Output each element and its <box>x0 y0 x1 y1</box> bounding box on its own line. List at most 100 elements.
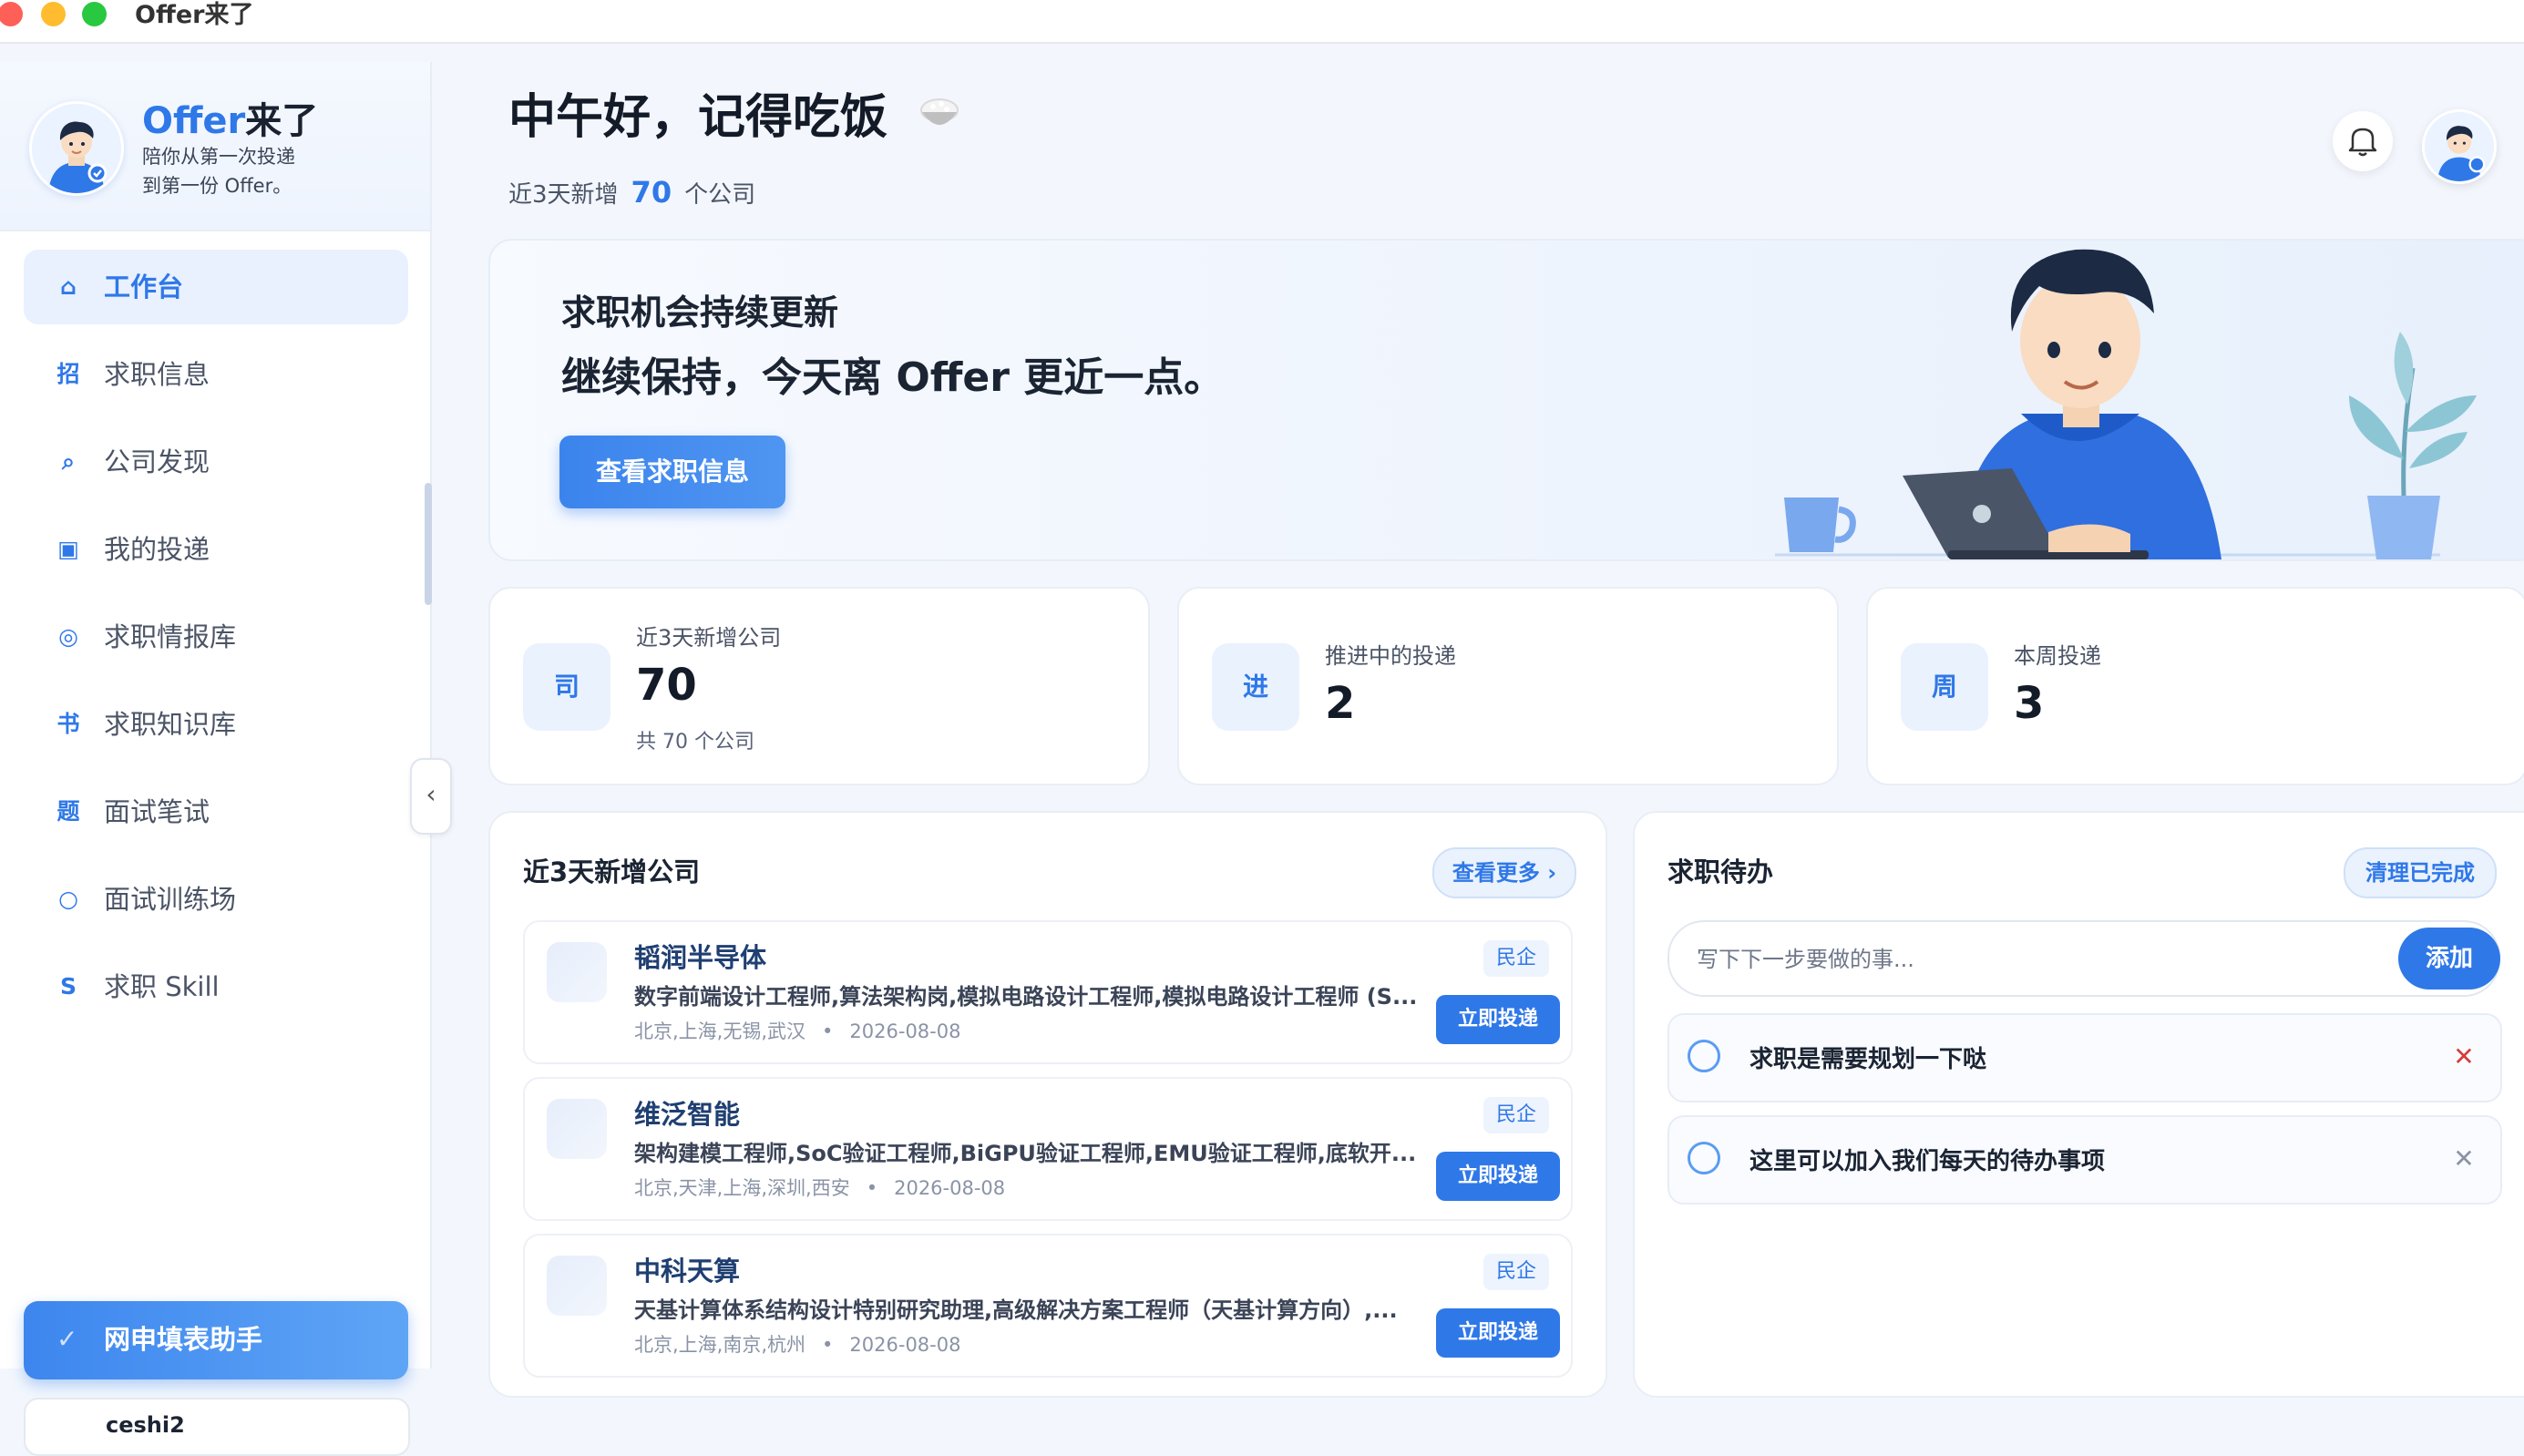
book-icon: 书 <box>56 711 80 737</box>
stat-card-this-week: 周 本周投递 3 <box>1866 587 2524 785</box>
todo-panel: 求职待办 清理已完成 添加 求职是需要规划一下哒 ✕ 这里可以加入我们每天的待办事项… <box>1633 811 2524 1398</box>
window-titlebar: Offer来了 <box>0 0 2524 44</box>
todo-text: 这里可以加入我们每天的待办事项 <box>1749 1148 2106 1175</box>
sidebar-item-1[interactable]: 招求职信息 <box>24 337 408 412</box>
company-date: 2026-08-08 <box>849 1020 961 1042</box>
sidebar-nav: ⌂ 工作台招求职信息 ⌕ 公司发现 ▣ 我的投递 ◎ 求职情报库书求职知识库题面试笔试 ○ 面试训… <box>24 250 408 1037</box>
sidebar-item-0[interactable]: ⌂ 工作台 <box>24 250 408 324</box>
sidebar-item-label: 工作台 <box>104 272 184 302</box>
sidebar-item-label: 求职信息 <box>104 359 210 390</box>
chevron-left-icon: ‹ <box>426 779 436 809</box>
company-jobs: 天基计算体系结构设计特别研究助理,高级解决方案工程师（天基计算方向）,... <box>634 1297 1398 1323</box>
user-avatar-button[interactable] <box>2422 109 2497 184</box>
greeting-title: 中午好，记得吃饭 <box>508 87 962 150</box>
company-date: 2026-08-08 <box>894 1177 1006 1199</box>
avatar-illustration-icon <box>2425 112 2494 181</box>
bell-icon <box>2348 128 2377 157</box>
company-type-badge: 民企 <box>1483 1097 1549 1133</box>
apply-now-button[interactable]: 立即投递 <box>1436 995 1560 1044</box>
sidebar-item-label: 公司发现 <box>104 446 210 477</box>
brand-tagline: 陪你从第一次投递 到第一份 Offer。 <box>142 146 295 197</box>
delete-todo-button[interactable]: ✕ <box>2442 1035 2486 1079</box>
zoom-window-button[interactable] <box>82 2 107 26</box>
company-card[interactable]: 中科天算天基计算体系结构设计特别研究助理,高级解决方案工程师（天基计算方向）,.… <box>523 1234 1573 1378</box>
stat-card-in-progress: 进 推进中的投递 2 <box>1177 587 1839 785</box>
sidebar-item-label: 求职情报库 <box>104 621 237 652</box>
apply-now-button[interactable]: 立即投递 <box>1436 1308 1560 1358</box>
todo-input[interactable] <box>1695 940 2409 979</box>
developer-illustration-icon <box>1775 249 2477 559</box>
apply-now-button[interactable]: 立即投递 <box>1436 1152 1560 1201</box>
company-date: 2026-08-08 <box>849 1334 961 1356</box>
stat-value: 2 <box>1325 678 1356 729</box>
hero-line-1: 求职机会持续更新 <box>561 292 839 333</box>
company-jobs: 架构建模工程师,SoC验证工程师,BiGPU验证工程师,EMU验证工程师,底软开… <box>634 1141 1417 1166</box>
company-type-badge: 民企 <box>1483 940 1549 977</box>
sidebar-collapse-button[interactable]: ‹ <box>410 758 452 835</box>
sidebar-item-label: 求职 Skill <box>104 971 220 1002</box>
stat-label: 近3天新增公司 <box>636 625 782 651</box>
home-icon: ⌂ <box>60 273 77 300</box>
sidebar-item-3[interactable]: ▣ 我的投递 <box>24 512 408 587</box>
company-type-badge: 民企 <box>1483 1254 1549 1290</box>
panel-title: 求职待办 <box>1667 856 1774 887</box>
company-jobs: 数字前端设计工程师,算法架构岗,模拟电路设计工程师,模拟电路设计工程师 (S..… <box>634 984 1418 1010</box>
sidebar-item-label: 求职知识库 <box>104 709 237 740</box>
stat-value: 3 <box>2014 678 2045 729</box>
company-meta: 北京,上海,南京,杭州 • 2026-08-08 <box>634 1334 961 1356</box>
sidebar-item-6[interactable]: 题面试笔试 <box>24 774 408 849</box>
company-logo <box>547 1099 607 1159</box>
todo-checkbox[interactable] <box>1688 1040 1720 1072</box>
sidebar-item-8[interactable]: S 求职 Skill <box>24 949 408 1024</box>
sidebar-item-2[interactable]: ⌕ 公司发现 <box>24 425 408 499</box>
company-logo <box>547 942 607 1002</box>
company-card[interactable]: 韬润半导体数字前端设计工程师,算法架构岗,模拟电路设计工程师,模拟电路设计工程师… <box>523 920 1573 1064</box>
avatar-illustration-icon <box>32 104 121 193</box>
window-title: Offer来了 <box>135 1 254 29</box>
todo-text: 求职是需要规划一下哒 <box>1749 1046 1987 1073</box>
company-meta: 北京,天津,上海,深圳,西安 • 2026-08-08 <box>634 1177 1006 1199</box>
greeting-subtitle: 近3天新增 70 个公司 <box>508 175 756 210</box>
company-meta: 北京,上海,无锡,武汉 • 2026-08-08 <box>634 1020 961 1042</box>
hero-banner: 求职机会持续更新 继续保持，今天离 Offer 更近一点。 查看求职信息 <box>488 239 2524 561</box>
stat-label: 推进中的投递 <box>1325 643 1456 669</box>
sidebar-item-label: 我的投递 <box>104 534 210 565</box>
target-icon: ◎ <box>58 623 78 650</box>
circle-icon: ○ <box>58 886 78 912</box>
company-logo <box>547 1256 607 1316</box>
close-icon: ✕ <box>2453 1143 2475 1174</box>
company-locations: 北京,天津,上海,深圳,西安 <box>634 1177 850 1199</box>
application-form-helper-button[interactable]: ✓ 网申填表助手 <box>24 1301 408 1379</box>
search-icon: ⌕ <box>61 448 75 475</box>
sidebar-scrollbar[interactable] <box>425 483 432 605</box>
helper-label: 网申填表助手 <box>104 1324 263 1355</box>
new-company-count: 70 <box>631 175 672 210</box>
close-icon: ✕ <box>2453 1041 2475 1071</box>
question-icon: 题 <box>56 798 80 825</box>
close-window-button[interactable] <box>0 2 23 26</box>
sidebar-item-7[interactable]: ○ 面试训练场 <box>24 862 408 937</box>
add-todo-button[interactable]: 添加 <box>2398 928 2500 989</box>
notification-button[interactable] <box>2333 111 2393 171</box>
stat-label: 本周投递 <box>2014 643 2101 669</box>
delete-todo-button[interactable]: ✕ <box>2442 1137 2486 1181</box>
sidebar-item-4[interactable]: ◎ 求职情报库 <box>24 600 408 674</box>
clear-completed-button[interactable]: 清理已完成 <box>2344 847 2497 898</box>
check-icon: ✓ <box>56 1324 78 1354</box>
sidebar-item-5[interactable]: 书求职知识库 <box>24 687 408 762</box>
company-card[interactable]: 维泛智能架构建模工程师,SoC验证工程师,BiGPU验证工程师,EMU验证工程师… <box>523 1077 1573 1221</box>
todo-checkbox[interactable] <box>1688 1142 1720 1174</box>
company-name[interactable]: 中科天算 <box>634 1250 740 1288</box>
progress-icon: 进 <box>1212 643 1299 731</box>
week-icon: 周 <box>1901 643 1988 731</box>
skill-icon: S <box>59 973 77 1000</box>
brand-header: Offer来了 陪你从第一次投递 到第一份 Offer。 <box>0 62 430 231</box>
view-jobs-button[interactable]: 查看求职信息 <box>559 436 785 508</box>
minimize-window-button[interactable] <box>41 2 66 26</box>
view-more-button[interactable]: 查看更多 › <box>1432 847 1576 898</box>
user-card[interactable]: ceshi2 <box>24 1398 410 1456</box>
brand-name: Offer来了 <box>142 100 319 142</box>
company-name[interactable]: 维泛智能 <box>634 1093 740 1132</box>
box-icon: ▣ <box>57 536 79 562</box>
company-name[interactable]: 韬润半导体 <box>634 937 766 975</box>
